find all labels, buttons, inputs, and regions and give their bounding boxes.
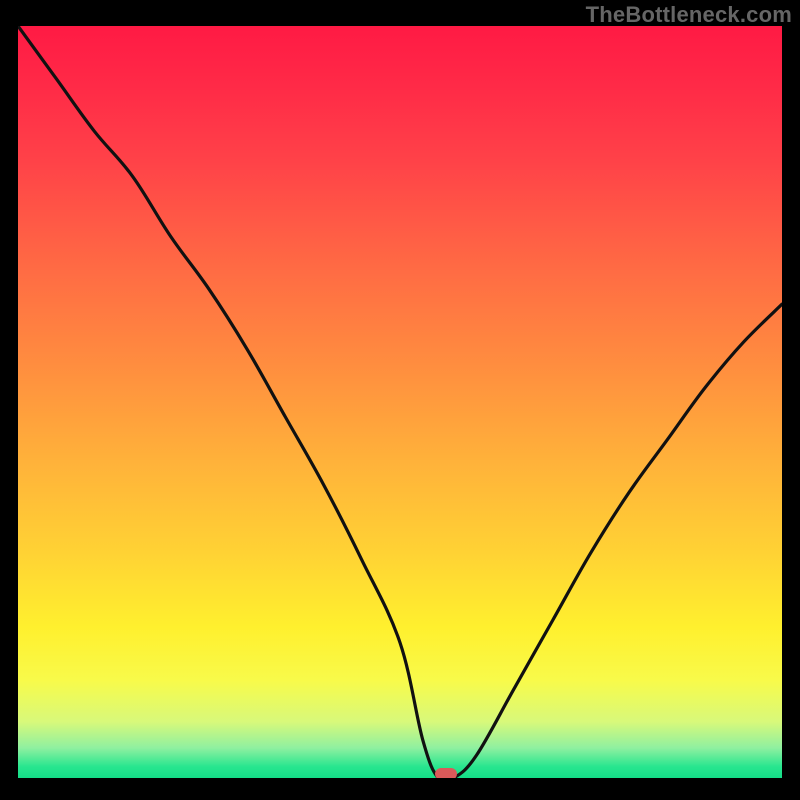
plot-area [18, 26, 782, 778]
chart-frame: TheBottleneck.com [0, 0, 800, 800]
watermark-text: TheBottleneck.com [586, 2, 792, 28]
bottleneck-curve [18, 26, 782, 778]
optimum-marker [435, 768, 457, 778]
